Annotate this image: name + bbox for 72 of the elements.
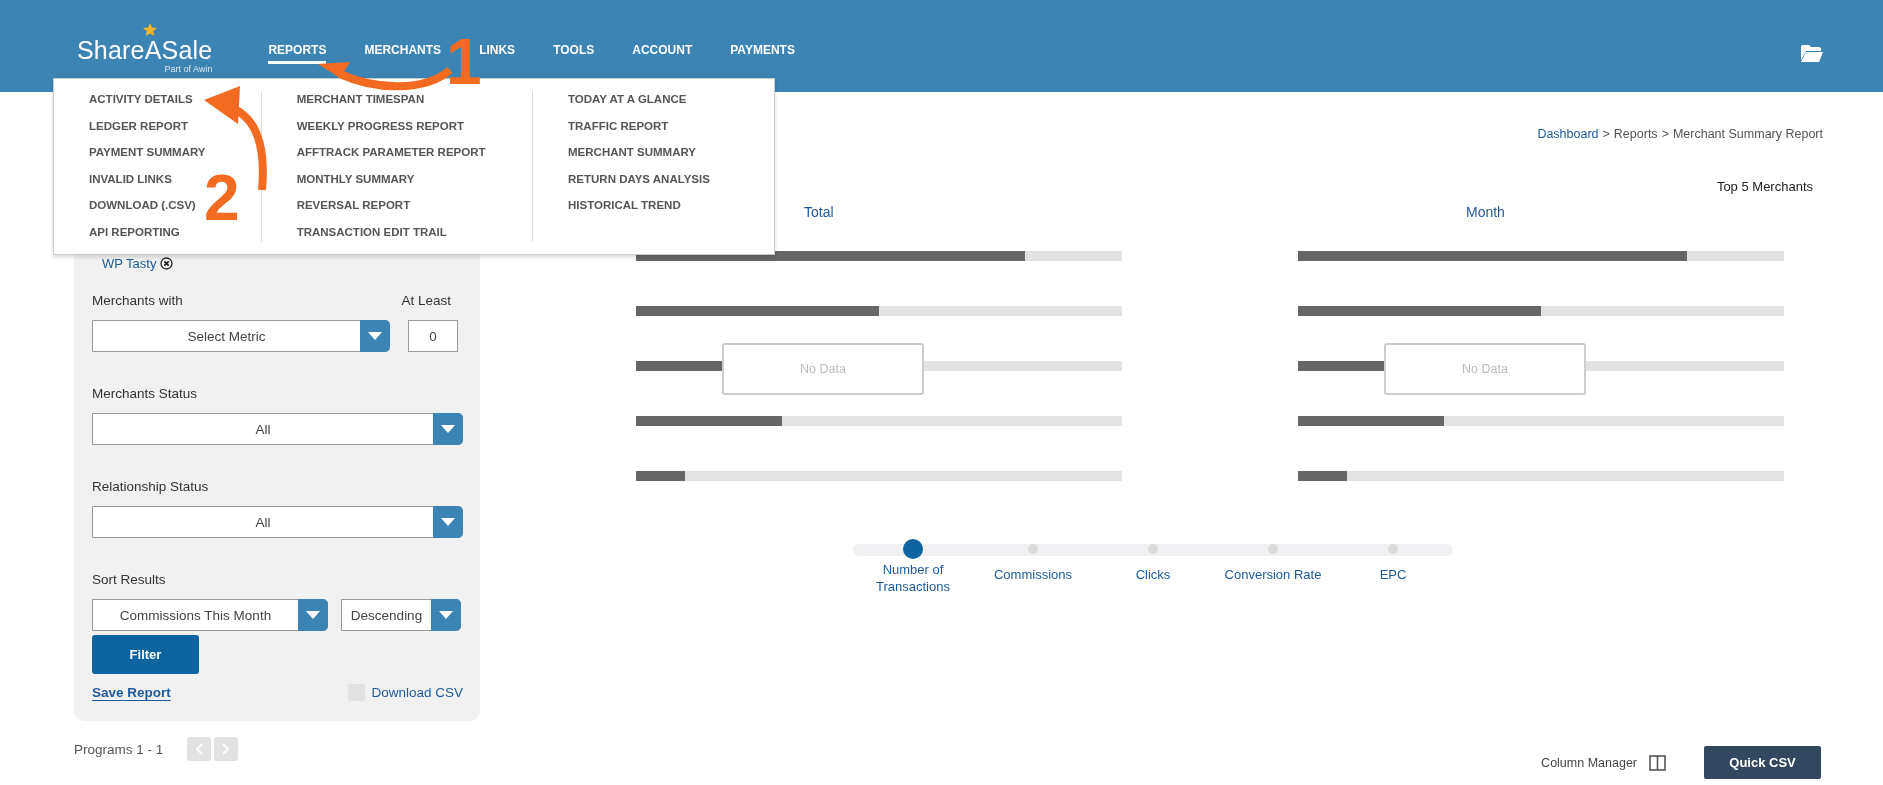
input-field[interactable]: 0: [408, 320, 458, 352]
metric-option[interactable]: Number of Transactions: [863, 561, 963, 595]
dropdown[interactable]: All: [92, 413, 463, 445]
metric-option[interactable]: EPC: [1379, 566, 1407, 583]
previous-button[interactable]: [187, 737, 212, 761]
breadcrumb-item: Reports: [1613, 127, 1658, 141]
menu-item[interactable]: MONTHLY SUMMARY: [296, 170, 533, 187]
nav-tab[interactable]: LINKS: [479, 42, 516, 64]
field-label: Merchants with: [92, 293, 183, 308]
metric-option[interactable]: Clicks: [1135, 566, 1171, 583]
caret-icon: [368, 332, 382, 340]
pagination-text: Programs 1 - 1: [74, 741, 164, 757]
menu-item[interactable]: HISTORICAL TREND: [568, 197, 774, 214]
filter-button[interactable]: Filter: [92, 635, 199, 674]
step-dot[interactable]: [1268, 544, 1278, 554]
step-dot[interactable]: [1148, 544, 1158, 554]
next-button[interactable]: [214, 737, 239, 761]
field-label: Sort Results: [92, 572, 166, 587]
menu-item[interactable]: REVERSAL REPORT: [296, 197, 533, 214]
no-data-tooltip: No Data: [1384, 343, 1586, 395]
save-report-link[interactable]: Save Report: [92, 685, 171, 700]
menu-item[interactable]: TODAY AT A GLANCE: [568, 91, 774, 108]
nav-tab[interactable]: MERCHANTS: [364, 42, 442, 64]
breadcrumb-separator: >: [1661, 127, 1669, 141]
logo-name: ShareASale: [77, 36, 213, 65]
menu-item[interactable]: LEDGER REPORT: [89, 117, 261, 134]
checkbox-label[interactable]: Download CSV: [371, 685, 463, 700]
breadcrumb-item: Merchant Summary Report: [1672, 127, 1823, 141]
menu-item[interactable]: PAYMENT SUMMARY: [89, 144, 261, 161]
menu-item[interactable]: MERCHANT SUMMARY: [568, 144, 774, 161]
dropdown[interactable]: All: [92, 506, 463, 538]
logo-tagline: Part of Awin: [164, 64, 213, 74]
chart-title: Month: [1466, 204, 1506, 220]
chart-title: Total: [804, 204, 835, 220]
column-manager-label[interactable]: Column Manager: [1541, 755, 1637, 770]
chevron-left-icon: [195, 743, 204, 755]
quick-csv-button[interactable]: Quick CSV: [1704, 746, 1821, 779]
dropdown[interactable]: Descending: [341, 599, 461, 631]
menu-item[interactable]: TRANSACTION EDIT TRAIL: [296, 223, 533, 240]
breadcrumb-separator: >: [1602, 127, 1610, 141]
field-label: Relationship Status: [92, 479, 209, 494]
nav-tab[interactable]: ACCOUNT: [632, 42, 693, 64]
caret-icon: [439, 611, 453, 619]
menu-item[interactable]: ACTIVITY DETAILS: [89, 91, 261, 108]
field-label: Merchants Status: [92, 386, 198, 401]
menu-item[interactable]: MERCHANT TIMESPAN: [296, 91, 533, 108]
star-icon: [143, 23, 157, 36]
no-data-tooltip: No Data: [722, 343, 924, 395]
step-dot[interactable]: [903, 539, 923, 559]
nav-tab[interactable]: TOOLS: [553, 42, 595, 64]
field-label: At Least: [401, 293, 451, 308]
breadcrumb-link[interactable]: Dashboard: [1537, 127, 1599, 141]
step-dot[interactable]: [1028, 544, 1038, 554]
nav-tab[interactable]: PAYMENTS: [730, 42, 795, 64]
merchant-tag: WP Tasty: [102, 256, 157, 271]
metric-option[interactable]: Conversion Rate: [1224, 566, 1322, 583]
caret-icon: [441, 518, 455, 526]
folder-icon[interactable]: [1801, 44, 1823, 62]
chevron-right-icon: [222, 743, 231, 755]
menu-item[interactable]: AFFTRACK PARAMETER REPORT: [296, 144, 533, 161]
menu-item[interactable]: TRAFFIC REPORT: [568, 117, 774, 134]
menu-item[interactable]: RETURN DAYS ANALYSIS: [568, 170, 774, 187]
dropdown[interactable]: Select Metric: [92, 320, 390, 352]
section-title: Top 5 Merchants: [1716, 179, 1813, 194]
caret-icon: [306, 611, 320, 619]
menu-item[interactable]: WEEKLY PROGRESS REPORT: [296, 117, 533, 134]
columns-icon[interactable]: [1649, 754, 1666, 771]
remove-icon[interactable]: [160, 257, 174, 270]
caret-icon: [441, 425, 455, 433]
step-dot[interactable]: [1388, 544, 1398, 554]
metric-option[interactable]: Commissions: [994, 566, 1072, 583]
dropdown[interactable]: Commissions This Month: [92, 599, 328, 631]
